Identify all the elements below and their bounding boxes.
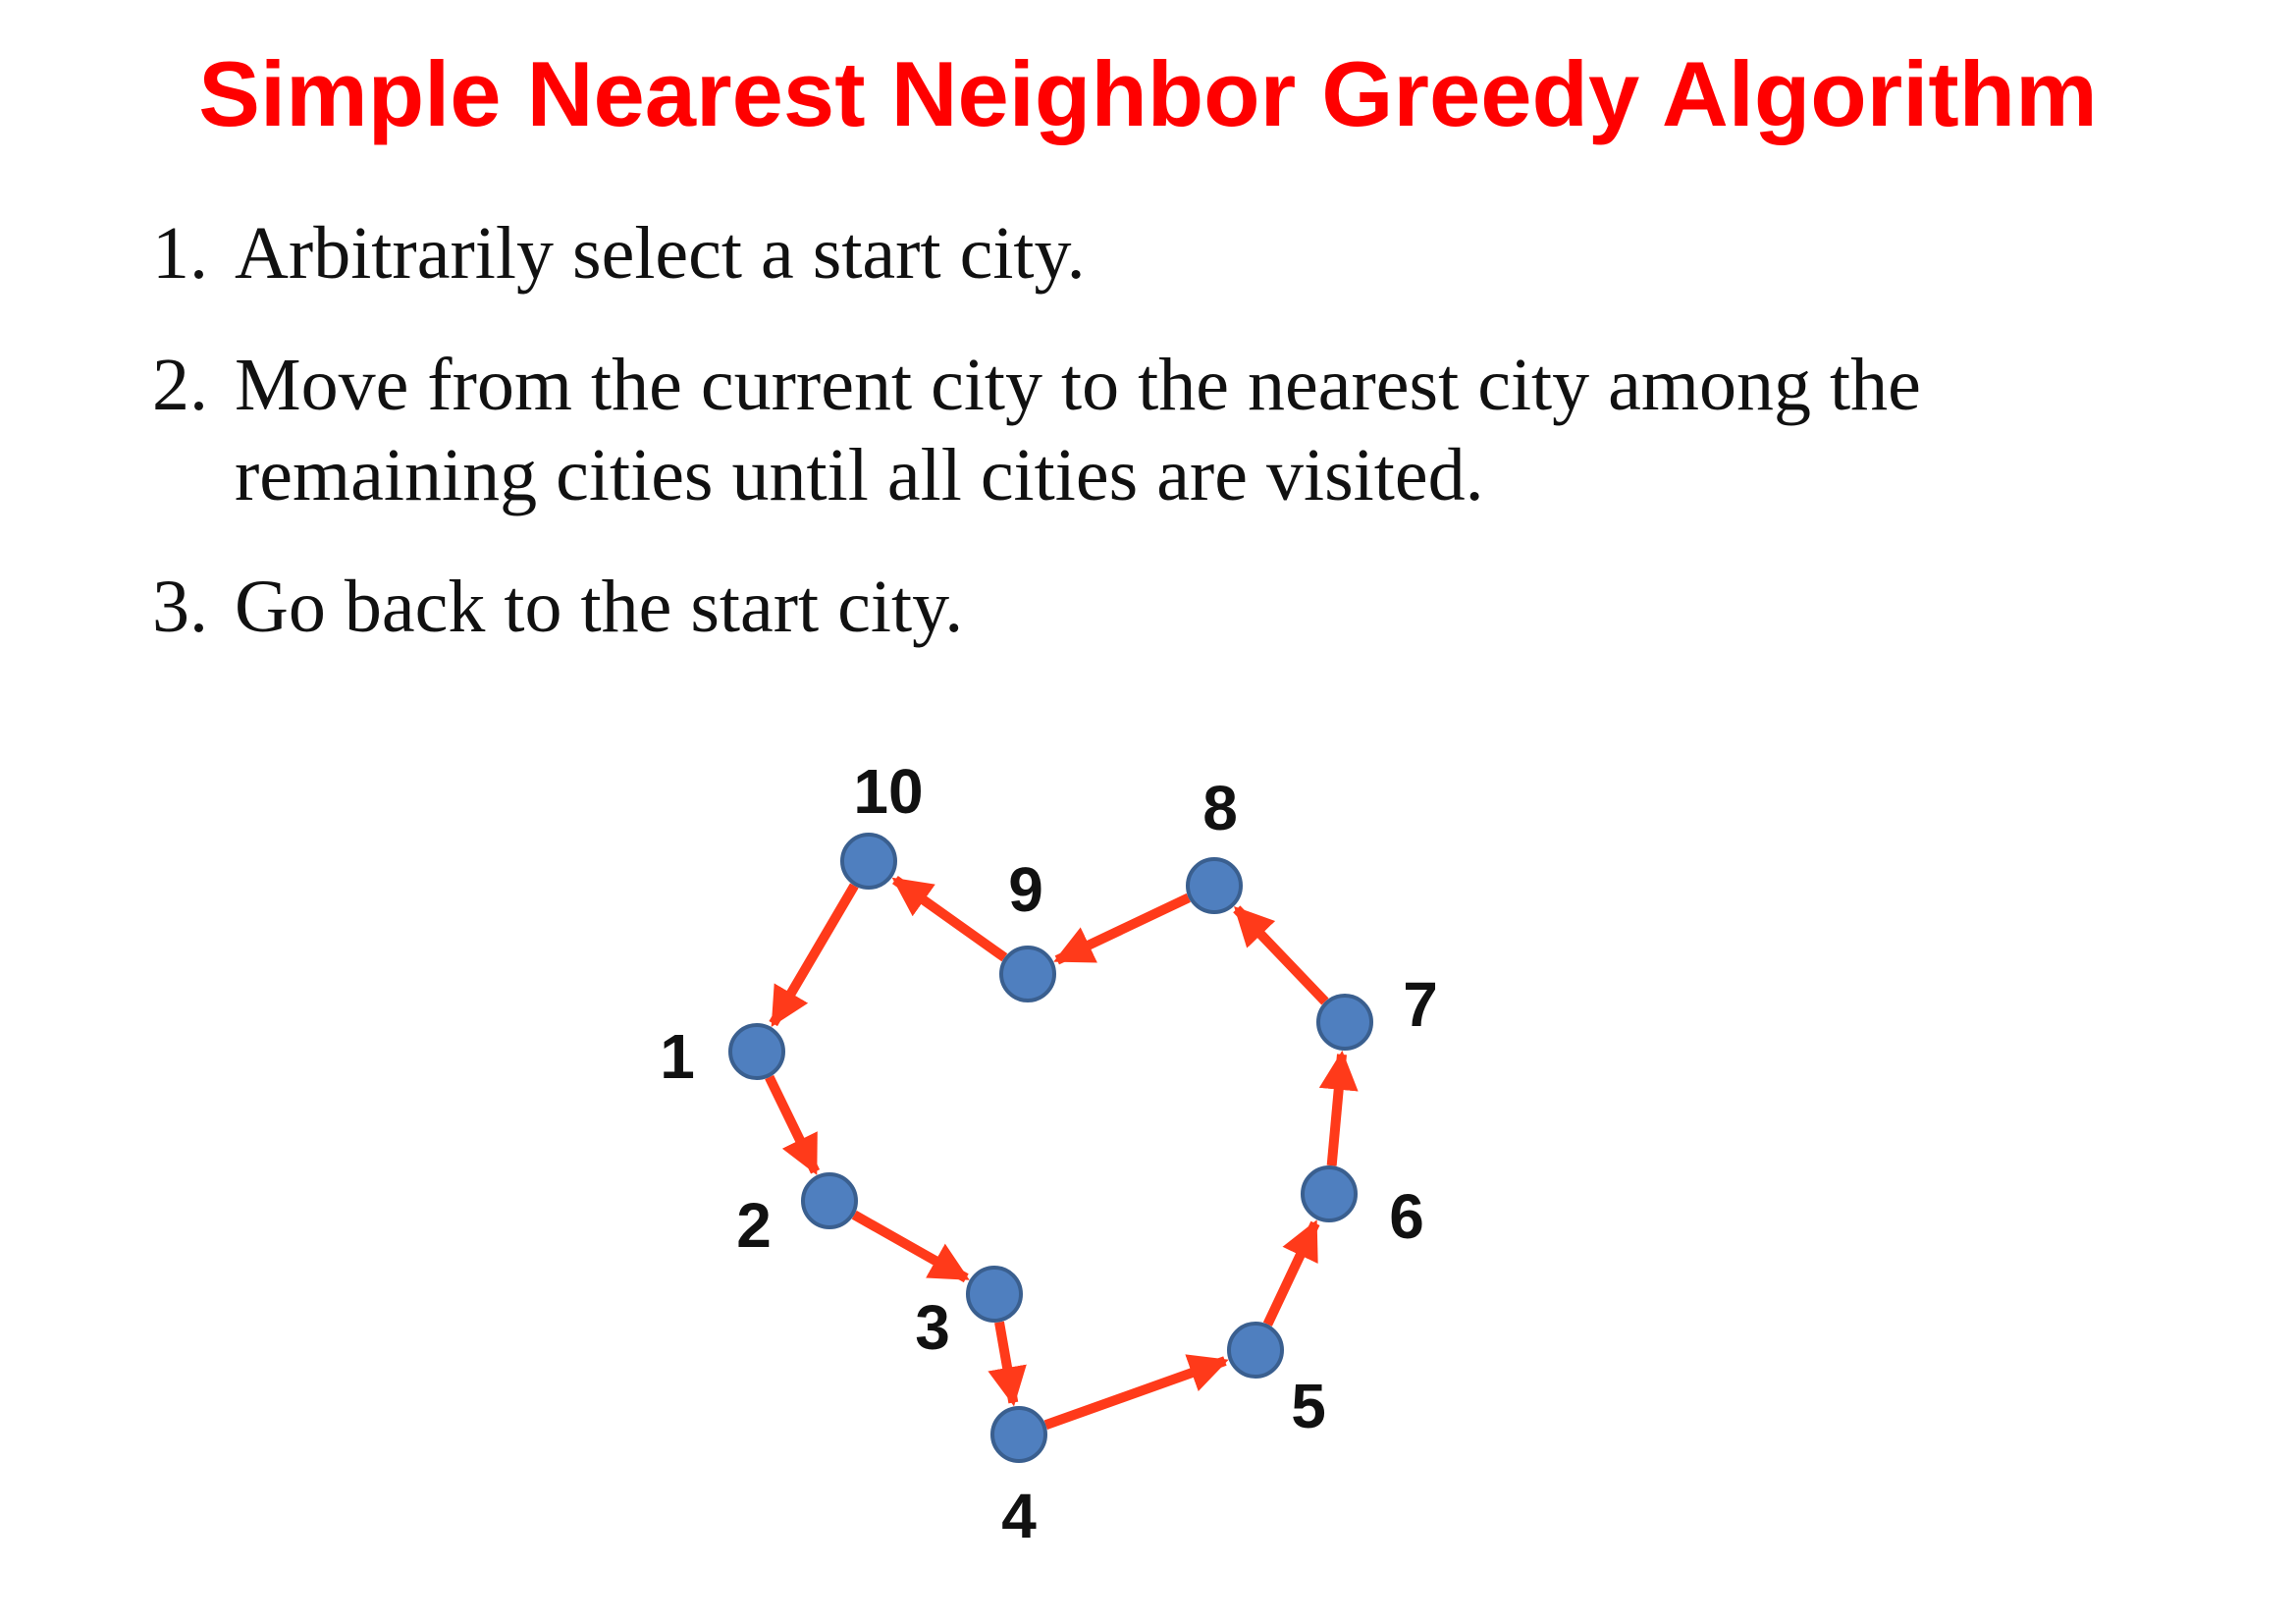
city-label-5: 5 xyxy=(1291,1371,1326,1441)
edge-7-to-8 xyxy=(1233,905,1329,1005)
city-node-4 xyxy=(990,1406,1047,1463)
edge-9-to-10 xyxy=(891,876,1008,962)
city-node-2 xyxy=(801,1172,858,1229)
city-label-6: 6 xyxy=(1389,1181,1424,1252)
edge-1-to-2 xyxy=(765,1074,821,1175)
edge-5-to-6 xyxy=(1262,1219,1320,1326)
labels-layer: 1 2 3 4 5 6 7 8 9 10 xyxy=(660,756,1438,1551)
edge-3-to-4 xyxy=(988,1321,1027,1407)
edge-2-to-3 xyxy=(851,1210,970,1283)
city-node-10 xyxy=(840,833,897,890)
edge-8-to-9 xyxy=(1053,893,1191,965)
city-node-3 xyxy=(966,1266,1023,1323)
city-label-8: 8 xyxy=(1202,773,1238,843)
city-label-7: 7 xyxy=(1403,969,1438,1040)
city-label-9: 9 xyxy=(1008,854,1043,925)
city-node-1 xyxy=(728,1023,785,1080)
city-node-8 xyxy=(1186,857,1243,914)
city-label-2: 2 xyxy=(736,1190,772,1261)
city-label-1: 1 xyxy=(660,1021,695,1092)
city-node-6 xyxy=(1301,1165,1358,1222)
city-label-4: 4 xyxy=(1001,1481,1037,1551)
edge-10-to-1 xyxy=(769,883,859,1027)
city-node-7 xyxy=(1316,994,1373,1051)
tour-diagram: 1 2 3 4 5 6 7 8 9 10 xyxy=(660,756,1438,1551)
edge-4-to-5 xyxy=(1043,1354,1229,1430)
city-node-9 xyxy=(999,946,1056,1002)
city-label-3: 3 xyxy=(915,1292,950,1363)
city-label-10: 10 xyxy=(853,756,923,827)
edge-6-to-7 xyxy=(1318,1050,1359,1166)
city-node-5 xyxy=(1227,1322,1284,1379)
